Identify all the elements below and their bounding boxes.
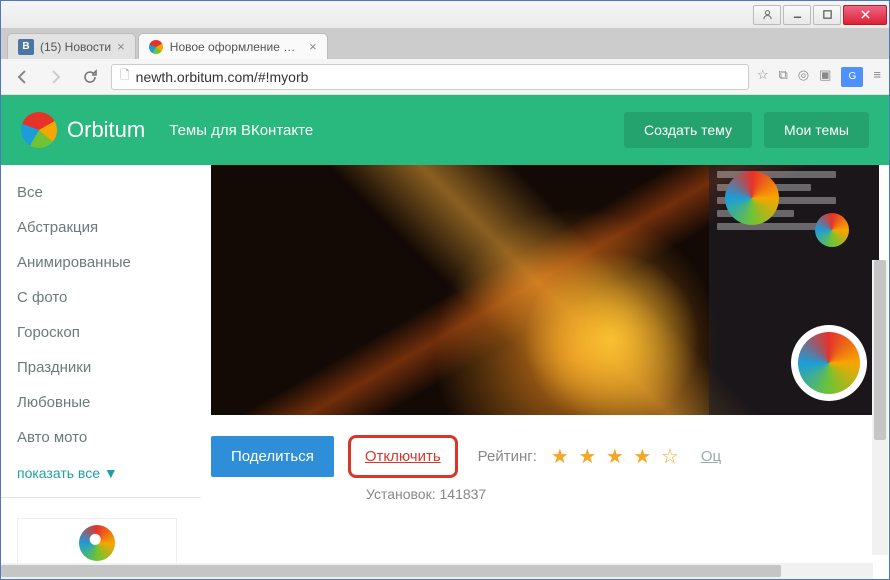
- rating-stars: ★ ★ ★ ★ ☆: [551, 444, 681, 469]
- orbitum-logo: [21, 112, 57, 148]
- address-bar[interactable]: 🗋 newth.orbitum.com/#!myorb: [111, 64, 749, 90]
- header-subtitle: Темы для ВКонтакте: [169, 122, 313, 139]
- disable-highlight-box: Отключить: [348, 435, 458, 478]
- maximize-button[interactable]: [813, 5, 841, 25]
- category-holidays[interactable]: Праздники: [1, 350, 201, 385]
- preview-avatar-3: [791, 325, 867, 401]
- reload-button[interactable]: [77, 64, 103, 90]
- tab-close-icon[interactable]: ×: [117, 39, 125, 54]
- category-abstraction[interactable]: Абстракция: [1, 210, 201, 245]
- back-button[interactable]: [9, 64, 35, 90]
- preview-avatar-1: [725, 171, 779, 225]
- category-horoscope[interactable]: Гороскоп: [1, 315, 201, 350]
- rating-label: Рейтинг:: [478, 448, 537, 465]
- category-sidebar: Все Абстракция Анимированные С фото Горо…: [1, 165, 201, 579]
- ext-icon-3[interactable]: ▣: [819, 67, 831, 87]
- category-all[interactable]: Все: [1, 175, 201, 210]
- create-theme-button[interactable]: Создать тему: [624, 112, 752, 148]
- browser-tab-vk[interactable]: В (15) Новости ×: [7, 33, 136, 59]
- category-animated[interactable]: Анимированные: [1, 245, 201, 280]
- star-bookmark-icon[interactable]: ☆: [757, 67, 769, 87]
- tab-label: Новое оформление ВКон: [170, 40, 303, 54]
- category-auto-moto[interactable]: Авто мото: [1, 420, 201, 455]
- address-bar-row: 🗋 newth.orbitum.com/#!myorb ☆ ⧉ ◎ ▣ G ≡: [1, 59, 889, 95]
- browser-tab-orbitum[interactable]: Новое оформление ВКон ×: [138, 33, 328, 59]
- window-titlebar: [1, 1, 889, 29]
- theme-preview-image: [211, 165, 879, 415]
- my-themes-button[interactable]: Мои темы: [764, 112, 869, 148]
- ext-icon-2[interactable]: ◎: [798, 67, 809, 87]
- review-link[interactable]: Оц: [701, 448, 721, 465]
- category-love[interactable]: Любовные: [1, 385, 201, 420]
- share-button[interactable]: Поделиться: [211, 436, 334, 477]
- url-text: newth.orbitum.com/#!myorb: [136, 69, 309, 85]
- sidebar-divider: [1, 497, 201, 498]
- tab-label: (15) Новости: [40, 40, 111, 54]
- theme-thumbnail[interactable]: [17, 518, 177, 568]
- page-icon: 🗋: [120, 66, 130, 87]
- disable-link[interactable]: Отключить: [365, 448, 441, 465]
- category-with-photo[interactable]: С фото: [1, 280, 201, 315]
- theme-actions: Поделиться Отключить Рейтинг: ★ ★ ★ ★ ☆ …: [211, 415, 879, 486]
- user-menu-button[interactable]: [753, 5, 781, 25]
- vertical-scrollbar[interactable]: [872, 260, 888, 555]
- vk-favicon: В: [18, 39, 34, 55]
- brand-name: Orbitum: [67, 117, 145, 143]
- menu-icon[interactable]: ≡: [873, 67, 881, 87]
- ext-icon-1[interactable]: ⧉: [778, 67, 787, 87]
- site-header: Orbitum Темы для ВКонтакте Создать тему …: [1, 95, 889, 165]
- horizontal-scrollbar[interactable]: [1, 563, 873, 579]
- preview-avatar-2: [815, 213, 849, 247]
- translate-icon[interactable]: G: [841, 67, 863, 87]
- tab-close-icon[interactable]: ×: [309, 39, 317, 54]
- orbitum-favicon: [149, 39, 164, 55]
- show-all-link[interactable]: показать все ▼: [1, 455, 201, 491]
- forward-button[interactable]: [43, 64, 69, 90]
- installs-count: Установок: 141837: [211, 486, 879, 502]
- theme-thumb-logo: [79, 525, 115, 561]
- theme-content: Поделиться Отключить Рейтинг: ★ ★ ★ ★ ☆ …: [201, 165, 889, 579]
- close-button[interactable]: [843, 5, 887, 25]
- minimize-button[interactable]: [783, 5, 811, 25]
- browser-tab-row: В (15) Новости × Новое оформление ВКон ×: [1, 29, 889, 59]
